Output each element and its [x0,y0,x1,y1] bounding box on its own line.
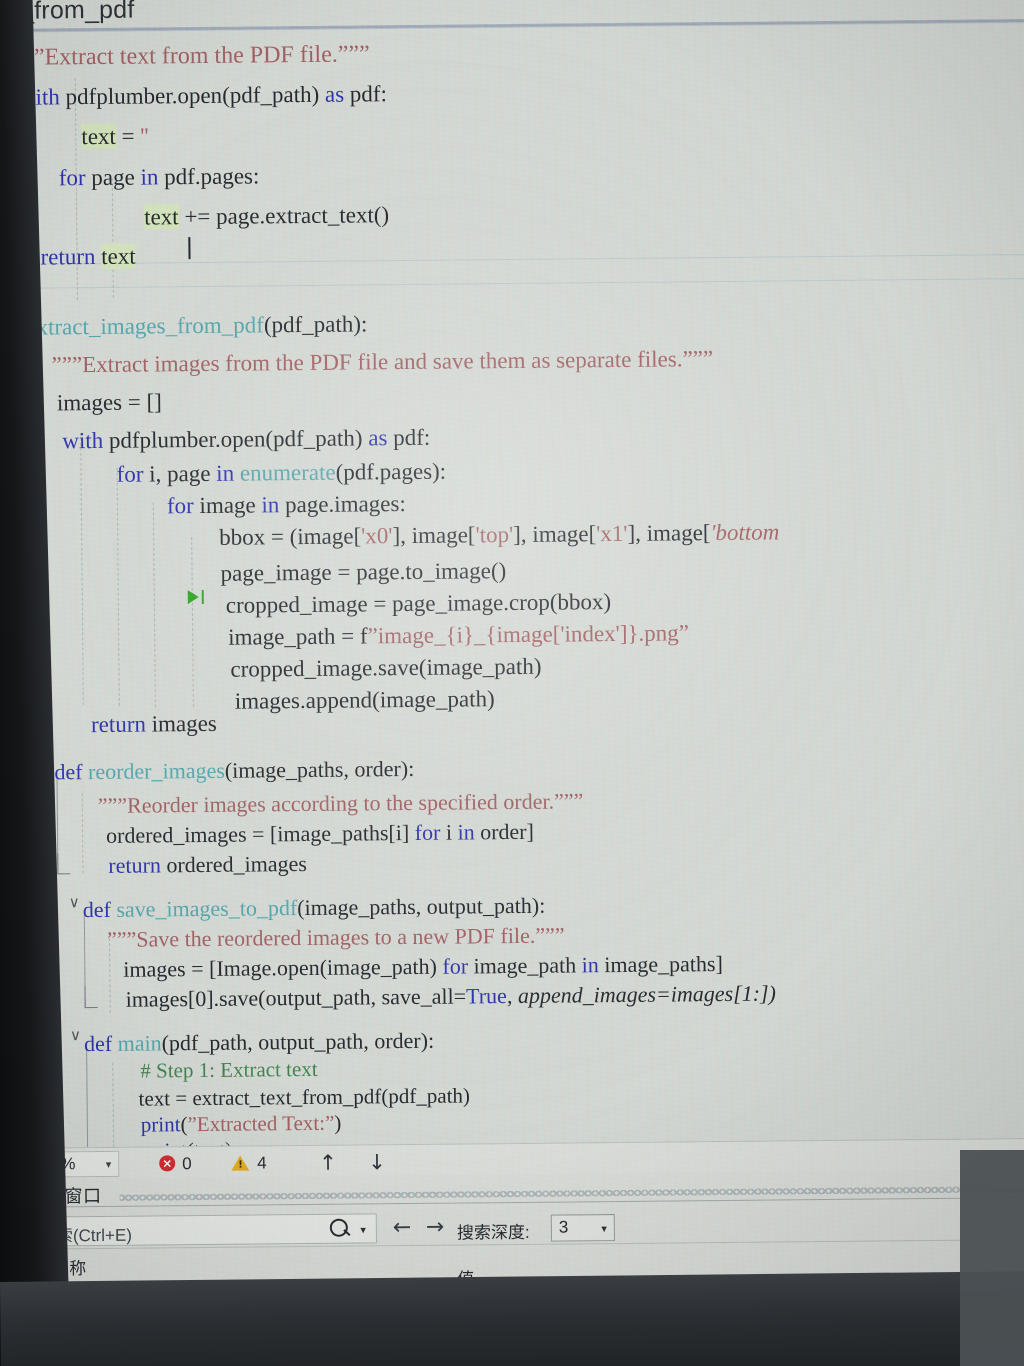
monitor-screen: ext_from_pdf ∨ ∨ ∨ ∨ ∨ ∨ [0,0,1024,1286]
next-issue-arrow-icon[interactable]: ↓ [368,1150,386,1174]
code-line[interactable]: return ordered_images [108,851,307,878]
code-line[interactable]: image_path = f”image_{i}_{image['index']… [228,620,689,649]
code-line[interactable]: # Step 1: Extract text [140,1057,318,1083]
chevron-down-icon[interactable]: ▾ [360,1223,366,1236]
monitor-bezel-corner [960,1150,1024,1366]
indent-guide [112,1062,115,1148]
fold-rail [86,1045,89,1148]
warning-icon-glyph: ! [238,1159,243,1171]
code-line[interactable]: text = '' [81,123,149,150]
code-line[interactable]: page_image = page.to_image() [220,558,506,586]
code-line[interactable]: images.append(image_path) [235,686,495,713]
chevron-down-icon: ▾ [601,1222,607,1236]
search-depth-label: 搜索深度: [456,1222,530,1243]
search-icon[interactable] [329,1218,348,1237]
fold-end-bracket [84,985,98,1009]
indent-guide [152,502,156,708]
code-line[interactable]: images[0].save(output_path, save_all=Tru… [126,981,777,1012]
code-line[interactable]: with pdfplumber.open(pdf_path) as pdf: [19,81,387,110]
code-line[interactable]: for page in pdf.pages: [59,163,260,190]
search-depth-value: 3 [558,1217,569,1237]
error-count: 0 [182,1154,192,1174]
code-canvas[interactable]: ∨ ∨ ∨ ∨ ∨ ∨ [0,24,1024,1148]
indent-guide [80,433,84,706]
code-line[interactable]: ordered_images = [image_paths[i] for i i… [106,819,534,848]
code-line[interactable]: text = extract_text_from_pdf(pdf_path) [138,1083,470,1110]
code-line[interactable]: for image in page.images: [167,491,406,518]
code-line[interactable]: cropped_image.save(image_path) [230,654,541,682]
fold-end-bracket [57,853,71,875]
code-line[interactable]: text += page.extract_text() [144,202,389,230]
indent-guide [81,793,84,874]
search-depth-dropdown[interactable]: 3 ▾ [550,1214,615,1242]
code-line[interactable]: return images [91,711,217,737]
indent-guide [116,467,120,706]
code-line[interactable]: def main(pdf_path, output_path, order): [84,1028,434,1056]
fold-chevron-icon[interactable]: ∨ [69,893,80,911]
code-line[interactable]: images = [Image.open(image_path) for ima… [123,951,723,982]
code-line[interactable]: ”””Reorder images according to the speci… [98,788,584,818]
indent-guide [191,537,194,708]
error-icon[interactable]: × [159,1155,176,1172]
code-line[interactable]: def save_images_to_pdf(image_paths, outp… [83,893,546,922]
run-to-cursor-icon[interactable] [187,590,199,605]
code-line[interactable]: print(”Extracted Text:”) [141,1111,342,1137]
code-line[interactable]: ”””Save the reordered images to a new PD… [107,923,565,952]
code-line[interactable]: def extract_images_from_pdf(pdf_path): [0,311,367,340]
code-line[interactable]: cropped_image = page_image.crop(bbox) [226,589,612,618]
autos-window-panel[interactable]: 自动窗口 搜索(Ctrl+E) ▾ ← → 搜索深度: 3 ▾ 名称 值 [1,1168,1024,1286]
text-caret [188,237,191,260]
nav-forward-arrow-icon[interactable]: → [426,1215,445,1240]
search-input[interactable]: 搜索(Ctrl+E) ▾ [29,1213,377,1247]
previous-issue-arrow-icon[interactable]: ↑ [319,1151,337,1175]
code-line[interactable]: images = [] [57,389,162,415]
code-editor[interactable]: ext_from_pdf ∨ ∨ ∨ ∨ ∨ ∨ [0,0,1024,1148]
code-line[interactable]: ”””Extract text from the PDF file.””” [12,41,369,70]
run-to-cursor-bar [201,589,204,604]
nav-back-arrow-icon[interactable]: ← [393,1215,412,1240]
code-line[interactable]: for i, page in enumerate(pdf.pages): [116,459,446,487]
code-line[interactable]: with pdfplumber.open(pdf_path) as pdf: [62,425,430,454]
photographed-screen: ext_from_pdf ∨ ∨ ∨ ∨ ∨ ∨ [0,0,1024,1366]
monitor-bezel-bottom [0,1270,1024,1366]
code-line[interactable]: bbox = (image['x0'], image['top'], image… [219,519,779,549]
code-line[interactable]: def reorder_images(image_paths, order): [54,756,414,784]
code-line[interactable]: ”””Extract images from the PDF file and … [51,346,713,377]
fold-chevron-icon[interactable]: ∨ [70,1026,81,1044]
indent-guide [111,177,114,298]
chevron-down-icon: ▾ [105,1157,112,1171]
code-line[interactable]: return text [40,243,136,270]
warning-count: 4 [257,1153,267,1173]
